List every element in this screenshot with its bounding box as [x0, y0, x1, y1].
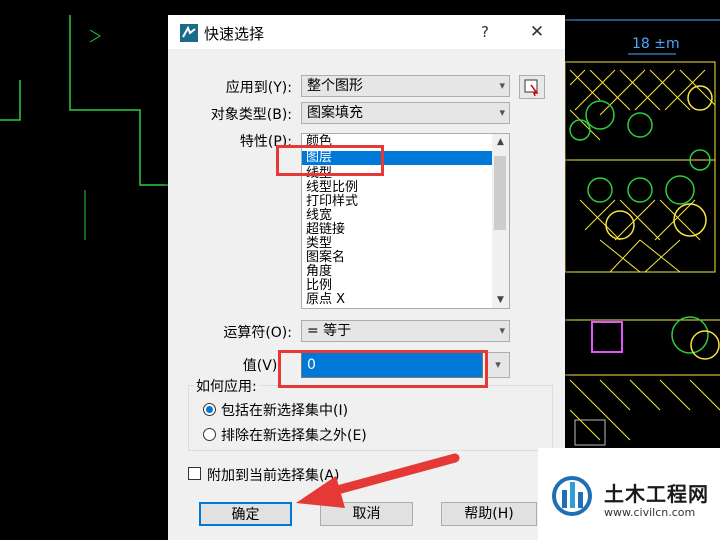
watermark: 土木工程网 www.civilcn.com	[538, 448, 720, 540]
watermark-url: www.civilcn.com	[604, 506, 696, 519]
civilcn-logo-icon	[552, 476, 592, 516]
watermark-title: 土木工程网	[604, 482, 709, 506]
